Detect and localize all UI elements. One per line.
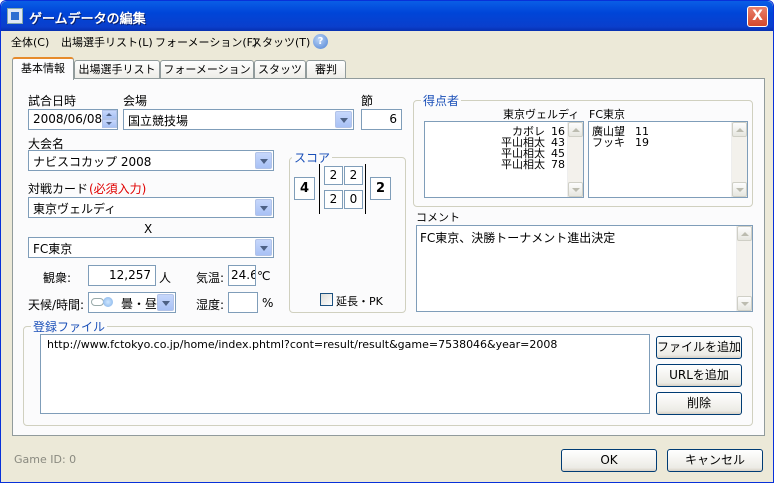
temperature-unit: ℃ [257,269,271,283]
comment-textarea[interactable]: FC東京、決勝トーナメント進出決定 [416,225,753,312]
cloudy-sun-icon [91,295,117,309]
away-scorers-list[interactable]: 廣山望 11 フッキ 19 [588,121,748,198]
away-half1-score[interactable]: 2 [324,190,343,209]
delete-button[interactable]: 削除 [656,392,742,415]
comment-label: コメント [416,211,460,224]
help-icon[interactable]: ? [313,34,328,49]
app-icon [7,8,23,24]
date-label: 試合日時 [28,94,77,108]
scorer-name: 平山相太 [501,158,545,171]
round-label: 節 [361,94,374,108]
tab-formation[interactable]: フォーメーション [160,60,254,79]
home-scorers-list[interactable]: カボレ 16 平山相太 43 平山相太 45 平山相太 78 [424,121,584,198]
away-team-select[interactable]: FC東京 [28,237,274,258]
scroll-up-icon[interactable] [737,226,752,241]
score-divider-left [319,164,320,214]
window-title: ゲームデータの編集 [29,12,146,27]
tab-stats[interactable]: スタッツ [254,60,306,79]
scorers-title: 得点者 [421,92,462,109]
venue-label: 会場 [123,94,148,108]
humidity-input[interactable] [228,292,258,313]
scroll-down-icon[interactable] [568,182,583,197]
home-total-score[interactable]: 4 [294,177,315,200]
title-bar[interactable]: ゲームデータの編集 X [1,1,773,31]
competition-dropdown-icon[interactable] [255,152,272,169]
file-list-item[interactable]: http://www.fctokyo.co.jp/home/index.phtm… [47,338,557,351]
edit-game-dialog: ゲームデータの編集 X 全体(C) 出場選手リスト(L) フォーメーション(F)… [0,0,774,483]
humidity-unit: % [262,296,274,310]
tab-player-list[interactable]: 出場選手リスト [74,60,160,79]
home-half2-score[interactable]: 2 [344,166,363,185]
extra-time-checkbox[interactable] [320,293,333,306]
ok-button[interactable]: OK [561,449,657,472]
scroll-down-icon[interactable] [737,296,752,311]
required-note: (必須入力) [89,182,147,196]
files-title: 登録ファイル [31,318,108,335]
comment-scrollbar[interactable] [736,226,752,311]
date-spin-down-icon[interactable] [102,119,117,128]
close-button[interactable]: X [747,6,768,27]
home-team-select[interactable]: 東京ヴェルディ [28,197,274,218]
extra-time-label: 延長・PK [336,295,383,308]
away-scorers-scrollbar[interactable] [731,122,747,197]
humidity-label: 湿度: [196,298,225,312]
competition-select[interactable]: ナビスコカップ 2008 [28,150,274,171]
venue-dropdown-icon[interactable] [335,111,352,128]
menu-formation[interactable]: フォーメーション(F) [155,34,257,50]
home-team-dropdown-icon[interactable] [255,199,272,216]
score-divider-right [365,164,366,214]
add-file-button[interactable]: ファイルを追加 [656,336,742,359]
scorer-minute: 19 [635,136,649,149]
vs-label: X [144,222,153,236]
tab-basic-info[interactable]: 基本情報 [12,57,74,80]
scroll-down-icon[interactable] [732,182,747,197]
home-scorers-scrollbar[interactable] [567,122,583,197]
attendance-input[interactable]: 12,257 [88,265,156,286]
menu-player-list[interactable]: 出場選手リスト(L) [61,34,153,50]
home-half1-score[interactable]: 2 [324,166,343,185]
basic-info-panel: 試合日時 2008/06/08 会場 国立競技場 節 6 大会名 ナビスコカップ… [12,78,765,436]
match-label: 対戦カード [28,182,89,196]
temperature-input[interactable]: 24.6 [228,265,256,286]
game-id-label: Game ID: 0 [14,453,77,466]
scroll-up-icon[interactable] [732,122,747,137]
away-half2-score[interactable]: 0 [344,190,363,209]
add-url-button[interactable]: URLを追加 [656,364,742,387]
attendance-label: 観衆: [43,271,72,285]
file-list[interactable]: http://www.fctokyo.co.jp/home/index.phtm… [40,334,650,414]
round-input[interactable]: 6 [361,109,402,130]
temperature-label: 気温: [196,271,225,285]
comment-text: FC東京、決勝トーナメント進出決定 [420,231,616,245]
away-team-dropdown-icon[interactable] [255,239,272,256]
away-total-score[interactable]: 2 [370,177,391,200]
attendance-unit: 人 [159,271,172,285]
scorers-away-team: FC東京 [589,108,626,121]
venue-select[interactable]: 国立競技場 [123,109,354,130]
date-spin-up-icon[interactable] [102,110,117,119]
scorer-name: フッキ [592,136,625,149]
weather-label: 天候/時間: [28,298,85,312]
cancel-button[interactable]: キャンセル [667,449,763,472]
score-title: スコア [292,149,333,166]
menu-stats[interactable]: スタッツ(T) [251,34,310,50]
weather-dropdown-icon[interactable] [157,294,174,311]
tab-referee[interactable]: 審判 [306,60,346,79]
menu-all[interactable]: 全体(C) [11,34,49,50]
scorer-minute: 78 [551,158,565,171]
scroll-up-icon[interactable] [568,122,583,137]
scorers-home-team: 東京ヴェルディ [503,108,580,121]
